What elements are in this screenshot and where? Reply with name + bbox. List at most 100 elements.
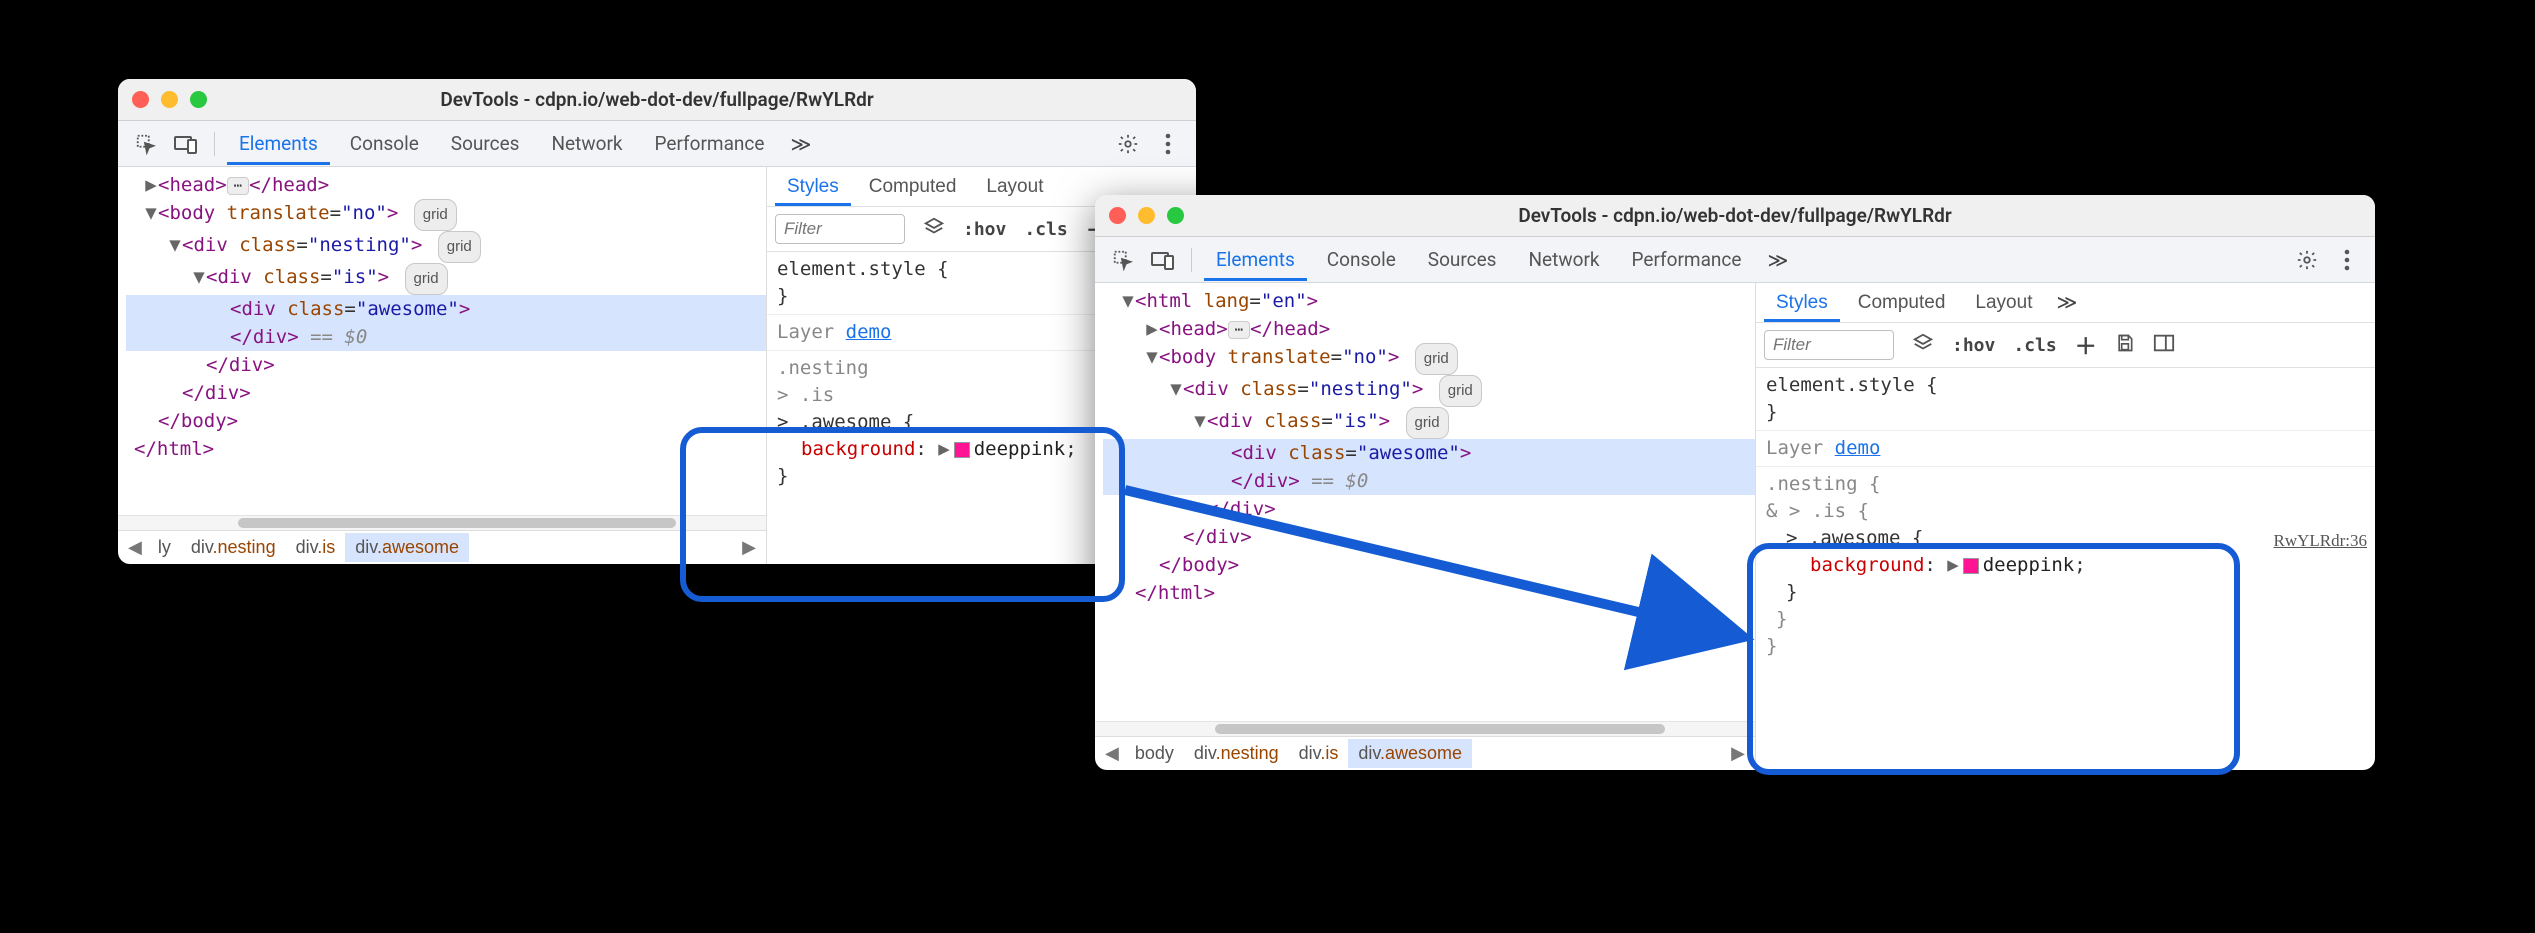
dom-node-awesome[interactable]: <div class="awesome"> xyxy=(126,295,766,323)
dom-node-body[interactable]: ▼<body translate="no"> grid xyxy=(1103,343,1755,375)
tab-performance[interactable]: Performance xyxy=(1620,238,1754,281)
dom-node-nesting-close[interactable]: </div> xyxy=(126,379,766,407)
layer-link[interactable]: demo xyxy=(1835,437,1881,459)
subtab-computed[interactable]: Computed xyxy=(1846,284,1958,322)
tab-network[interactable]: Network xyxy=(539,122,634,165)
grid-badge[interactable]: grid xyxy=(405,263,448,295)
crumb-is[interactable]: div.is xyxy=(1289,739,1349,768)
color-swatch-icon[interactable] xyxy=(954,442,970,458)
dom-node-awesome[interactable]: <div class="awesome"> xyxy=(1103,439,1755,467)
kebab-menu-icon[interactable] xyxy=(1152,128,1184,160)
nested-rule[interactable]: RwYLRdr:36 .nesting { & > .is { > .aweso… xyxy=(1756,467,2375,664)
crumb-nesting[interactable]: div.nesting xyxy=(1184,739,1289,768)
hov-toggle[interactable]: :hov xyxy=(1952,335,1995,356)
crumb-body[interactable]: ly xyxy=(148,533,181,562)
more-tabs-chevron-icon[interactable]: ≫ xyxy=(784,132,817,156)
color-swatch-icon[interactable] xyxy=(1963,558,1979,574)
crumb-awesome[interactable]: div.awesome xyxy=(345,533,469,562)
grid-badge[interactable]: grid xyxy=(1406,407,1449,439)
dom-node-head[interactable]: ▶<head>⋯</head> xyxy=(1103,315,1755,343)
scrollbar-thumb[interactable] xyxy=(238,518,676,528)
styles-filter-input[interactable] xyxy=(1764,330,1894,360)
dom-node-html-close[interactable]: </html> xyxy=(126,435,766,463)
gear-icon[interactable] xyxy=(2291,244,2323,276)
tab-sources[interactable]: Sources xyxy=(439,122,532,165)
minimize-window-icon[interactable] xyxy=(1138,207,1155,224)
close-window-icon[interactable] xyxy=(132,91,149,108)
crumb-nesting[interactable]: div.nesting xyxy=(181,533,286,562)
dom-node-is-close[interactable]: </div> xyxy=(126,351,766,379)
breadcrumb-scroll-left-icon[interactable]: ◀ xyxy=(122,537,148,558)
subtab-layout[interactable]: Layout xyxy=(1963,284,2044,322)
collapsed-ellipsis-icon[interactable]: ⋯ xyxy=(1228,321,1250,339)
grid-badge[interactable]: grid xyxy=(414,199,457,231)
dom-node-html-close[interactable]: </html> xyxy=(1103,579,1755,607)
dom-node-awesome-close[interactable]: </div> == $0 xyxy=(126,323,766,351)
layer-header[interactable]: Layer demo xyxy=(1756,431,2375,467)
source-link[interactable]: RwYLRdr:36 xyxy=(2274,527,2368,554)
dom-node-nesting-close[interactable]: </div> xyxy=(1103,523,1755,551)
horizontal-scrollbar[interactable] xyxy=(118,515,766,530)
dom-node-nesting[interactable]: ▼<div class="nesting"> grid xyxy=(1103,375,1755,407)
computed-panel-icon[interactable] xyxy=(2153,333,2175,358)
breadcrumb-scroll-left-icon[interactable]: ◀ xyxy=(1099,743,1125,764)
declaration-background[interactable]: background: ▶deeppink; xyxy=(1766,552,2365,579)
subtab-computed[interactable]: Computed xyxy=(857,168,969,206)
tab-sources[interactable]: Sources xyxy=(1416,238,1509,281)
subtab-styles[interactable]: Styles xyxy=(1764,284,1840,322)
styles-rules[interactable]: element.style { } Layer demo RwYLRdr:36 … xyxy=(1756,368,2375,770)
hov-toggle[interactable]: :hov xyxy=(963,219,1006,240)
crumb-body[interactable]: body xyxy=(1125,739,1184,768)
subtab-styles[interactable]: Styles xyxy=(775,168,851,206)
layers-icon[interactable] xyxy=(1912,332,1934,359)
breadcrumb-scroll-right-icon[interactable]: ▶ xyxy=(1725,743,1751,764)
more-subtabs-chevron-icon[interactable]: ≫ xyxy=(2050,290,2083,315)
collapsed-ellipsis-icon[interactable]: ⋯ xyxy=(227,177,249,195)
kebab-menu-icon[interactable] xyxy=(2331,244,2363,276)
expand-triangle-icon[interactable]: ▶ xyxy=(938,438,949,460)
device-toolbar-icon[interactable] xyxy=(170,128,202,160)
layers-icon[interactable] xyxy=(923,216,945,243)
crumb-awesome[interactable]: div.awesome xyxy=(1348,739,1472,768)
inspect-icon[interactable] xyxy=(1107,244,1139,276)
dom-node-is[interactable]: ▼<div class="is"> grid xyxy=(1103,407,1755,439)
tab-network[interactable]: Network xyxy=(1516,238,1611,281)
zoom-window-icon[interactable] xyxy=(1167,207,1184,224)
tab-performance[interactable]: Performance xyxy=(643,122,777,165)
grid-badge[interactable]: grid xyxy=(1415,343,1458,375)
element-style-rule[interactable]: element.style { } xyxy=(1756,368,2375,431)
dom-node-html[interactable]: ▼<html lang="en"> xyxy=(1103,287,1755,315)
inspect-icon[interactable] xyxy=(130,128,162,160)
subtab-layout[interactable]: Layout xyxy=(974,168,1055,206)
dom-tree[interactable]: ▶<head>⋯</head> ▼<body translate="no"> g… xyxy=(118,167,766,515)
tab-elements[interactable]: Elements xyxy=(227,122,330,165)
tab-console[interactable]: Console xyxy=(1315,238,1408,281)
minimize-window-icon[interactable] xyxy=(161,91,178,108)
grid-badge[interactable]: grid xyxy=(1439,375,1482,407)
close-window-icon[interactable] xyxy=(1109,207,1126,224)
gear-icon[interactable] xyxy=(1112,128,1144,160)
more-tabs-chevron-icon[interactable]: ≫ xyxy=(1761,248,1794,272)
dom-node-body-close[interactable]: </body> xyxy=(126,407,766,435)
dom-node-is[interactable]: ▼<div class="is"> grid xyxy=(126,263,766,295)
scrollbar-thumb[interactable] xyxy=(1215,724,1665,734)
grid-badge[interactable]: grid xyxy=(438,231,481,263)
dom-node-body[interactable]: ▼<body translate="no"> grid xyxy=(126,199,766,231)
layer-link[interactable]: demo xyxy=(846,321,892,343)
new-rule-plus-icon[interactable]: ＋ xyxy=(2075,329,2097,361)
dom-node-nesting[interactable]: ▼<div class="nesting"> grid xyxy=(126,231,766,263)
tab-elements[interactable]: Elements xyxy=(1204,238,1307,281)
tab-console[interactable]: Console xyxy=(338,122,431,165)
dom-node-head[interactable]: ▶<head>⋯</head> xyxy=(126,171,766,199)
dom-node-awesome-close[interactable]: </div> == $0 xyxy=(1103,467,1755,495)
expand-triangle-icon[interactable]: ▶ xyxy=(1947,554,1958,576)
dom-node-is-close[interactable]: </div> xyxy=(1103,495,1755,523)
dom-tree[interactable]: ▼<html lang="en"> ▶<head>⋯</head> ▼<body… xyxy=(1095,283,1755,721)
cls-toggle[interactable]: .cls xyxy=(1024,219,1067,240)
cls-toggle[interactable]: .cls xyxy=(2013,335,2056,356)
save-icon[interactable] xyxy=(2115,333,2135,358)
crumb-is[interactable]: div.is xyxy=(286,533,346,562)
zoom-window-icon[interactable] xyxy=(190,91,207,108)
dom-node-body-close[interactable]: </body> xyxy=(1103,551,1755,579)
breadcrumb-scroll-right-icon[interactable]: ▶ xyxy=(736,537,762,558)
